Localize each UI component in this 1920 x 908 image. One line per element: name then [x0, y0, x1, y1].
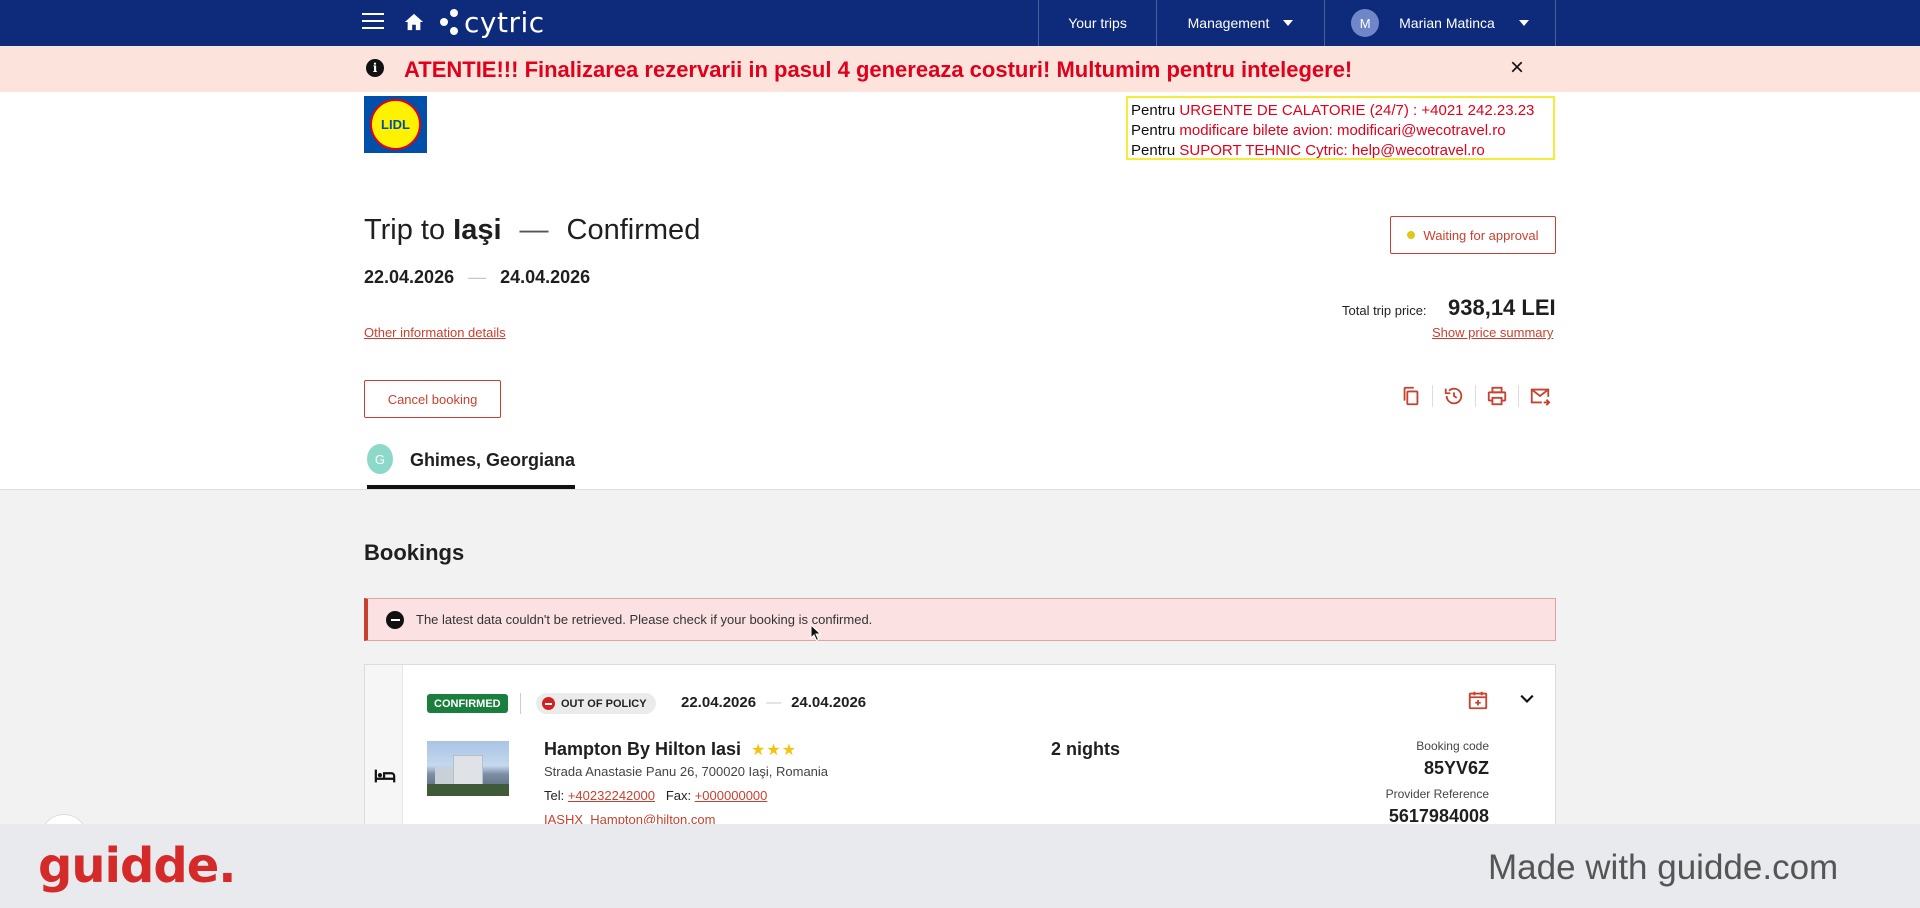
user-avatar: M — [1351, 9, 1380, 37]
trip-end-date: 24.04.2026 — [500, 267, 591, 287]
email-forward-icon[interactable] — [1527, 383, 1553, 409]
contact-text: modificare bilete avion: modificari@weco… — [1179, 122, 1506, 139]
hotel-name: Hampton By Hilton Iasi — [544, 739, 742, 759]
page-title: Trip to Iaşi — Confirmed — [364, 214, 700, 247]
nav-your-trips-label: Your trips — [1068, 15, 1127, 31]
top-navigation-bar: cytric Your trips Management M Marian Ma… — [0, 0, 1920, 46]
trip-status: Confirmed — [566, 214, 701, 246]
nav-your-trips[interactable]: Your trips — [1038, 0, 1156, 46]
copy-icon[interactable] — [1398, 383, 1424, 409]
home-icon[interactable] — [403, 12, 425, 32]
mouse-cursor-icon — [810, 624, 822, 642]
made-with-text: Made with guidde.com — [1488, 848, 1839, 887]
alert-banner: i ATENTIE!!! Finalizarea rezervarii in p… — [0, 46, 1920, 92]
tab-traveler[interactable]: G Ghimes, Georgiana — [367, 444, 575, 489]
other-information-link[interactable]: Other information details — [364, 325, 506, 340]
contact-prefix: Pentru — [1131, 122, 1180, 139]
contact-info-box: Pentru URGENTE DE CALATORIE (24/7) : +40… — [1126, 96, 1555, 160]
trip-dates: 22.04.2026 — 24.04.2026 — [364, 267, 590, 288]
cytric-logo-text: cytric — [464, 5, 545, 39]
cytric-logo[interactable]: cytric — [438, 5, 545, 39]
error-icon — [386, 610, 404, 629]
toolbar-divider — [1475, 385, 1476, 407]
card-side-strip — [365, 665, 403, 845]
info-icon: i — [366, 59, 384, 77]
confirmed-status-badge: CONFIRMED — [427, 694, 508, 713]
add-to-calendar-icon[interactable] — [1467, 689, 1489, 711]
error-message-text: The latest data couldn't be retrieved. P… — [416, 612, 873, 627]
approval-status-badge: Waiting for approval — [1390, 216, 1556, 254]
title-dash: — — [519, 214, 549, 246]
error-message-box: The latest data couldn't be retrieved. P… — [364, 598, 1556, 641]
contact-prefix: Pentru — [1131, 102, 1180, 119]
check-out-date: 24.04.2026 — [791, 694, 867, 711]
provider-reference-label: Provider Reference — [1385, 787, 1489, 801]
contact-line: Pentru modificare bilete avion: modifica… — [1131, 121, 1550, 141]
bookings-heading: Bookings — [364, 540, 465, 565]
trip-title-prefix: Trip to — [364, 214, 454, 246]
contact-prefix: Pentru — [1131, 142, 1180, 159]
chevron-down-icon[interactable] — [1517, 689, 1537, 709]
contact-text: SUPORT TEHNIC Cytric: help@wecotravel.ro — [1179, 142, 1485, 159]
booking-code-value: 85YV6Z — [1423, 758, 1489, 778]
hotel-phone-link[interactable]: +40232242000 — [568, 788, 655, 803]
tel-label: Tel: — [544, 788, 568, 803]
badge-divider — [520, 693, 521, 714]
hotel-photo[interactable] — [427, 741, 509, 796]
booking-dates: 22.04.2026 — 24.04.2026 — [681, 694, 866, 711]
traveler-name: Ghimes, Georgiana — [409, 450, 575, 470]
trip-start-date: 22.04.2026 — [364, 267, 455, 287]
total-price-value: 938,14 LEI — [1448, 295, 1556, 320]
toolbar-divider — [1432, 385, 1433, 407]
print-icon[interactable] — [1484, 383, 1510, 409]
nav-management-dropdown[interactable]: Management — [1156, 0, 1324, 46]
company-logo-text: LIDL — [370, 99, 421, 150]
status-dot — [1407, 231, 1416, 239]
out-of-policy-label: OUT OF POLICY — [561, 697, 647, 710]
contact-text: URGENTE DE CALATORIE (24/7) : +4021 242.… — [1179, 102, 1535, 119]
toolbar-divider — [1518, 385, 1519, 407]
star-rating: ★★★ — [751, 742, 798, 759]
trip-destination: Iaşi — [453, 214, 502, 246]
no-entry-icon — [542, 697, 555, 710]
total-price-label: Total trip price: — [1342, 303, 1427, 318]
hotel-phone-fax: Tel: +40232242000 Fax: +000000000 — [544, 788, 767, 803]
hotel-fax-link[interactable]: +000000000 — [695, 788, 768, 803]
trip-actions-toolbar — [1398, 383, 1553, 409]
cancel-booking-button[interactable]: Cancel booking — [364, 380, 501, 418]
alert-banner-text: ATENTIE!!! Finalizarea rezervarii in pas… — [404, 57, 1353, 82]
hamburger-menu-icon[interactable] — [362, 13, 384, 31]
show-price-summary-link[interactable]: Show price summary — [1432, 325, 1553, 340]
bed-icon — [374, 769, 396, 783]
check-in-date: 22.04.2026 — [681, 694, 757, 711]
close-icon[interactable]: × — [1510, 54, 1524, 82]
user-name: Marian Matinca — [1399, 15, 1495, 31]
fax-label: Fax: — [665, 788, 695, 803]
history-icon[interactable] — [1441, 383, 1467, 409]
out-of-policy-badge: OUT OF POLICY — [536, 693, 656, 714]
hotel-booking-card: CONFIRMED OUT OF POLICY 22.04.2026 — 24.04… — [364, 664, 1556, 845]
traveler-avatar: G — [367, 444, 393, 474]
company-logo: LIDL — [364, 96, 427, 153]
hotel-address: Strada Anastasie Panu 26, 700020 Iaşi, R… — [544, 764, 829, 779]
booking-code-label: Booking code — [1416, 739, 1489, 753]
user-menu-dropdown[interactable]: M Marian Matinca — [1324, 0, 1556, 46]
nav-management-label: Management — [1187, 15, 1270, 31]
guidde-footer: guidde. Made with guidde.com — [0, 824, 1920, 908]
chevron-down-icon — [1518, 20, 1529, 26]
chevron-down-icon — [1283, 20, 1294, 26]
contact-line: Pentru URGENTE DE CALATORIE (24/7) : +40… — [1131, 101, 1550, 121]
approval-status-label: Waiting for approval — [1423, 227, 1539, 243]
nights-count: 2 nights — [1051, 739, 1121, 759]
cytric-logo-icon — [438, 7, 460, 37]
contact-line: Pentru SUPORT TEHNIC Cytric: help@wecotr… — [1131, 141, 1550, 161]
date-separator: — — [468, 267, 487, 287]
date-separator: — — [766, 694, 782, 711]
guidde-logo: guidde. — [38, 838, 236, 894]
